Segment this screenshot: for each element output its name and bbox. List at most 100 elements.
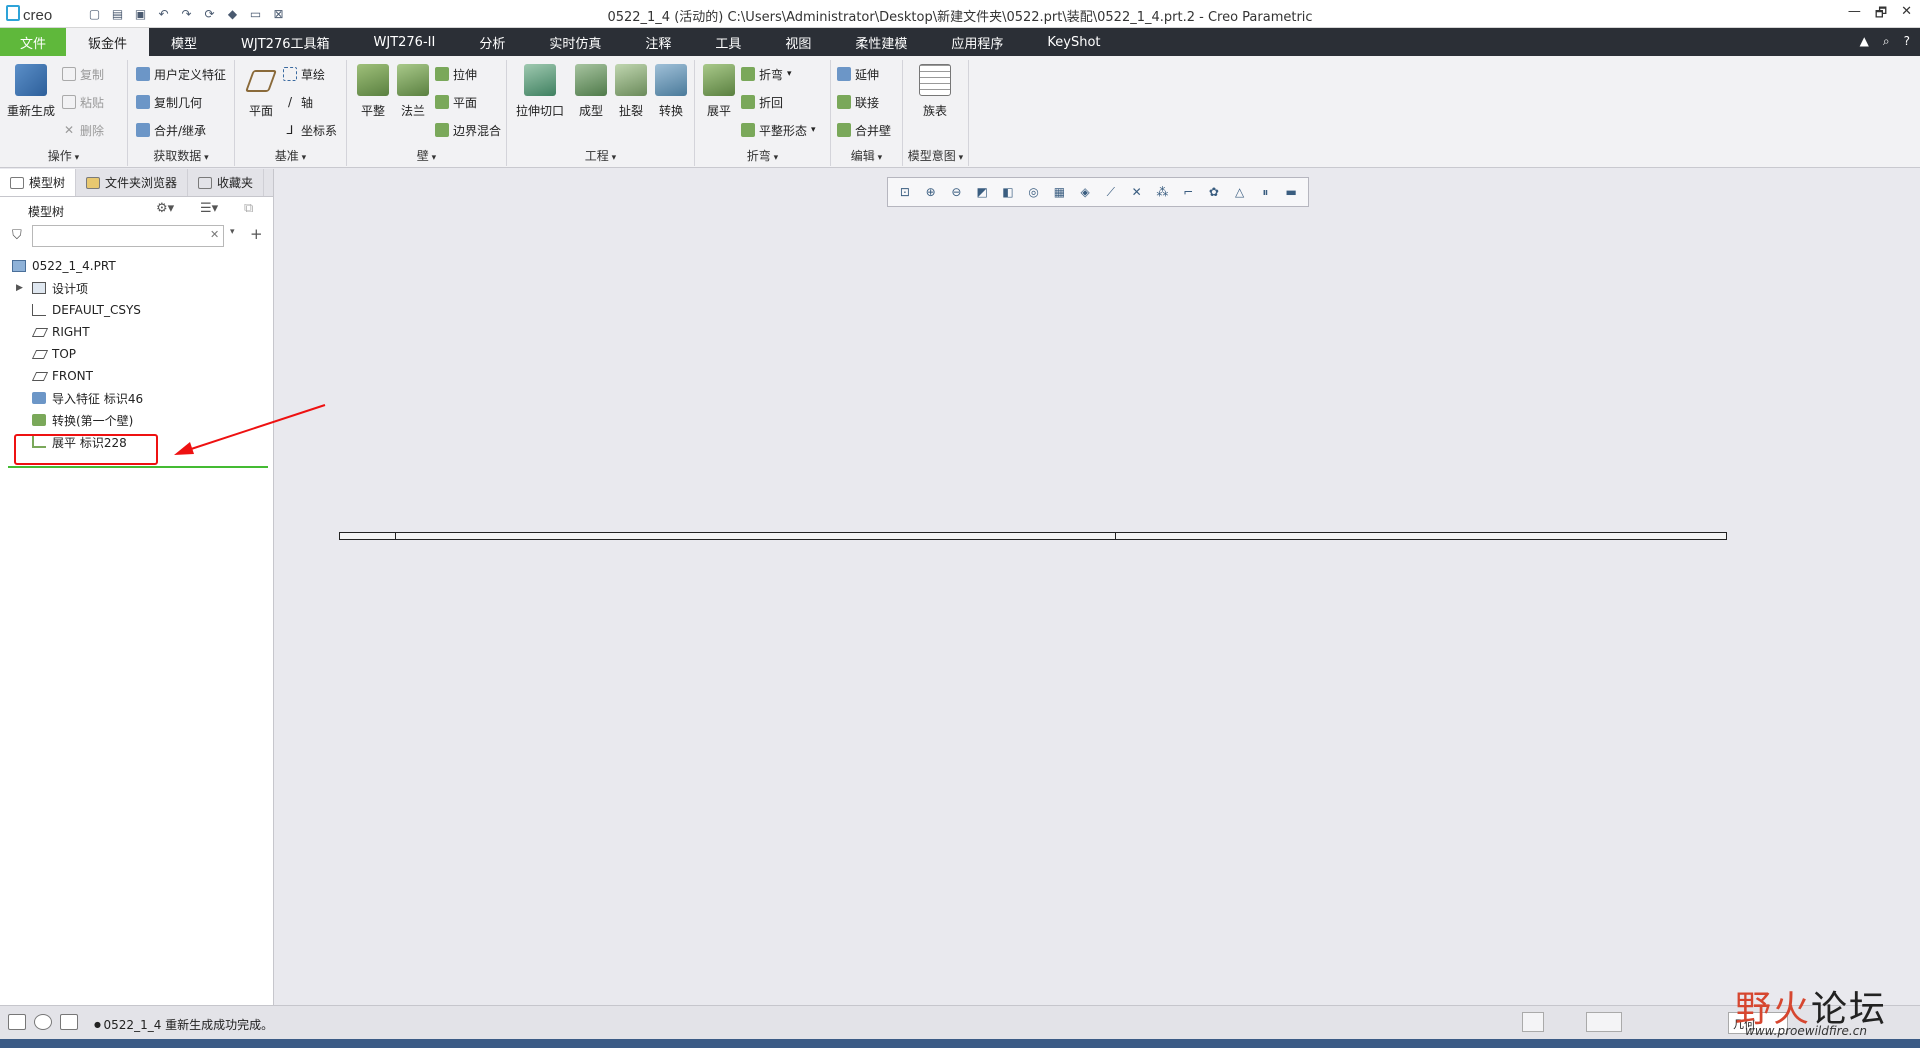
saved-orientations-icon[interactable]: ◎	[1025, 183, 1043, 201]
group-label-wall[interactable]: 壁	[347, 147, 506, 164]
axis-button[interactable]: / 轴	[283, 92, 313, 112]
flat-state-button[interactable]: 平整形态 ▾	[741, 120, 816, 140]
group-label-operations[interactable]: 操作	[0, 147, 127, 164]
toggle-navigator-icon[interactable]	[8, 1014, 26, 1030]
csys-display-icon[interactable]: ⌐	[1179, 183, 1197, 201]
merge-wall-button[interactable]: 合并壁	[837, 120, 891, 140]
tree-item-design-items[interactable]: ▶ 设计项	[0, 277, 273, 299]
zoom-in-icon[interactable]: ⊕	[922, 183, 940, 201]
undo-icon[interactable]: ↶	[155, 5, 172, 22]
repaint-icon[interactable]: ◩	[973, 183, 991, 201]
window-icon[interactable]: ▭	[247, 5, 264, 22]
close-button[interactable]: ✕	[1901, 4, 1912, 26]
boundary-blend-button[interactable]: 边界混合	[435, 120, 501, 140]
tab-simulation[interactable]: 实时仿真	[527, 28, 623, 56]
tab-folder-browser[interactable]: 文件夹浏览器	[76, 169, 189, 196]
tab-analysis[interactable]: 分析	[457, 28, 527, 56]
copy-geometry-button[interactable]: 复制几何	[136, 92, 202, 112]
search-icon[interactable]: ⌕	[1883, 34, 1890, 49]
regenerate-button[interactable]: 重新生成	[6, 64, 56, 119]
datum-plane-button[interactable]: 平面	[241, 64, 281, 119]
tab-wjt276-ii[interactable]: WJT276-II	[352, 28, 458, 56]
flat-sheet-part[interactable]	[339, 532, 1727, 540]
group-label-get-data[interactable]: 获取数据	[128, 147, 234, 164]
sketch-button[interactable]: 草绘	[283, 64, 325, 84]
tab-applications[interactable]: 应用程序	[929, 28, 1025, 56]
spin-center-icon[interactable]: △	[1231, 183, 1249, 201]
flange-button[interactable]: 法兰	[393, 64, 433, 119]
tree-filter-items-icon[interactable]: ⧉	[244, 201, 253, 216]
copy-button[interactable]: 复制	[62, 64, 104, 84]
save-icon[interactable]: ▣	[132, 5, 149, 22]
display-style-icon[interactable]: ◧	[999, 183, 1017, 201]
convert-button[interactable]: 转换	[651, 64, 691, 119]
tab-model[interactable]: 模型	[149, 28, 219, 56]
point-display-icon[interactable]: ⁂	[1153, 183, 1171, 201]
collapse-ribbon-icon[interactable]: ▲	[1860, 34, 1869, 49]
insert-here-line[interactable]	[8, 466, 268, 468]
tab-sheetmetal[interactable]: 钣金件	[66, 28, 150, 56]
extrude-wall-button[interactable]: 拉伸	[435, 64, 477, 84]
udf-button[interactable]: 用户定义特征	[136, 64, 226, 84]
planar-wall-button[interactable]: 平面	[435, 92, 477, 112]
rip-button[interactable]: 扯裂	[611, 64, 651, 119]
stp-icon[interactable]: ◆	[224, 5, 241, 22]
tree-search-input[interactable]	[32, 225, 224, 247]
tree-item-front[interactable]: FRONT	[0, 365, 273, 387]
perspective-icon[interactable]: ◈	[1076, 183, 1094, 201]
group-label-model-intent[interactable]: 模型意图	[903, 147, 968, 164]
tab-wjt276-toolbox[interactable]: WJT276工具箱	[219, 28, 351, 56]
zoom-out-icon[interactable]: ⊖	[947, 183, 965, 201]
group-label-edit[interactable]: 编辑	[831, 147, 902, 164]
search-dropdown-icon[interactable]: ▾	[230, 227, 235, 237]
extrude-cut-button[interactable]: 拉伸切口	[513, 64, 567, 119]
family-table-button[interactable]: 族表	[915, 64, 955, 119]
clear-search-icon[interactable]: ✕	[210, 228, 219, 241]
smart-select-icon[interactable]	[1522, 1012, 1544, 1032]
delete-button[interactable]: ✕ 删除	[62, 120, 104, 140]
flat-wall-button[interactable]: 平整	[353, 64, 393, 119]
regenerate-icon[interactable]: ⟳	[201, 5, 218, 22]
expand-icon[interactable]: ▶	[16, 283, 23, 293]
group-label-datum[interactable]: 基准	[235, 147, 346, 164]
merge-inherit-button[interactable]: 合并/继承	[136, 120, 206, 140]
refit-icon[interactable]: ⊡	[896, 183, 914, 201]
tree-item-default-csys[interactable]: DEFAULT_CSYS	[0, 299, 273, 321]
tab-keyshot[interactable]: KeyShot	[1025, 28, 1122, 56]
unbend-button[interactable]: 展平	[699, 64, 739, 119]
group-label-engineering[interactable]: 工程	[507, 147, 694, 164]
redo-icon[interactable]: ↷	[178, 5, 195, 22]
graphics-area[interactable]: ⊡ ⊕ ⊖ ◩ ◧ ◎ ▦ ◈ ⟋ ✕ ⁂ ⌐ ✿ △ ⏸ ▬	[275, 169, 1920, 1005]
browser-icon[interactable]	[34, 1014, 52, 1030]
tab-model-tree[interactable]: 模型树	[0, 169, 77, 196]
help-icon[interactable]: ?	[1904, 34, 1910, 49]
paste-button[interactable]: 粘贴	[62, 92, 104, 112]
join-button[interactable]: 联接	[837, 92, 879, 112]
group-label-bend[interactable]: 折弯	[695, 147, 830, 164]
tree-item-right[interactable]: RIGHT	[0, 321, 273, 343]
tab-annotate[interactable]: 注释	[623, 28, 693, 56]
csys-button[interactable]: ⅃ 坐标系	[283, 120, 337, 140]
tab-view[interactable]: 视图	[763, 28, 833, 56]
bend-button[interactable]: 折弯 ▾	[741, 64, 792, 84]
filter-icon[interactable]: ⛉	[12, 228, 22, 243]
annotation-orientation-icon[interactable]: ▬	[1282, 183, 1300, 201]
extend-button[interactable]: 延伸	[837, 64, 879, 84]
tab-flexible-modeling[interactable]: 柔性建模	[833, 28, 929, 56]
annotation-display-icon[interactable]: ✿	[1205, 183, 1223, 201]
find-icon[interactable]	[1586, 1012, 1622, 1032]
new-icon[interactable]: ▢	[86, 5, 103, 22]
bend-back-button[interactable]: 折回	[741, 92, 783, 112]
add-filter-icon[interactable]: +	[250, 225, 263, 243]
minimize-button[interactable]: —	[1848, 4, 1861, 26]
tab-tools[interactable]: 工具	[693, 28, 763, 56]
axis-display-icon[interactable]: ✕	[1128, 183, 1146, 201]
form-button[interactable]: 成型	[571, 64, 611, 119]
view-manager-icon[interactable]: ▦	[1050, 183, 1068, 201]
open-icon[interactable]: ▤	[109, 5, 126, 22]
restore-button[interactable]: 🗗	[1875, 4, 1887, 26]
tab-favorites[interactable]: 收藏夹	[188, 169, 265, 196]
tree-settings-icon[interactable]: ⚙▾	[156, 201, 174, 216]
close-window-icon[interactable]: ⊠	[270, 5, 287, 22]
fullscreen-icon[interactable]	[60, 1014, 78, 1030]
